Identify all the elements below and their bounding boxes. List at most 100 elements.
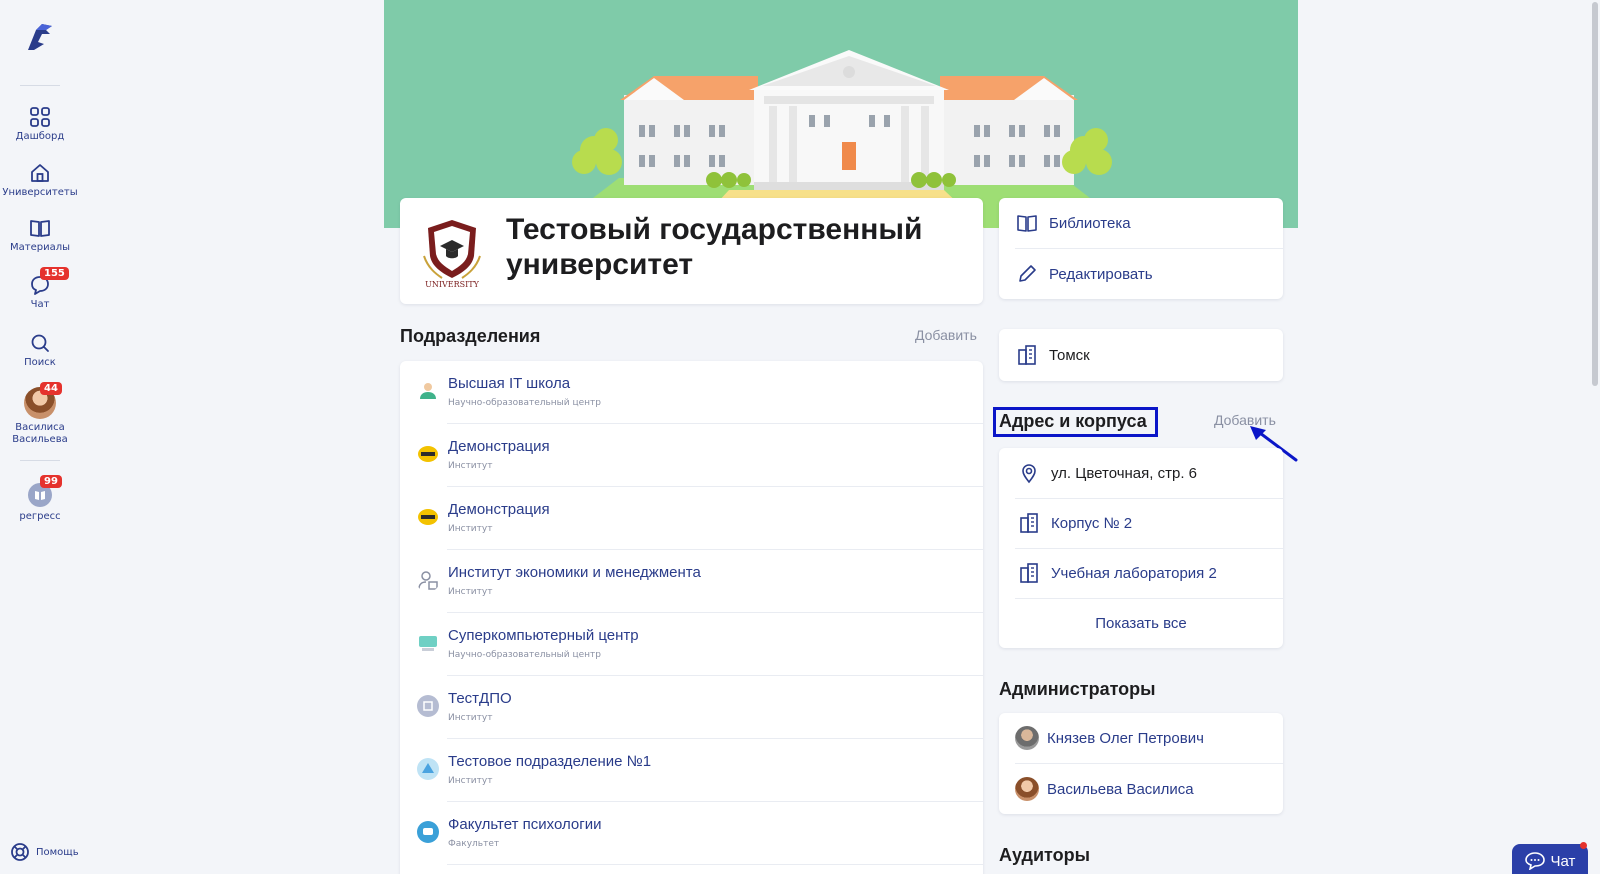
department-type: Научно-образовательный центр (448, 398, 601, 408)
sidebar-divider (20, 85, 60, 86)
sidebar-item-regress[interactable]: 99 регресс (0, 475, 80, 523)
psychology-icon (417, 821, 439, 843)
department-type: Институт (448, 461, 493, 471)
list-item[interactable]: Тестовое подразделение №1 Институт (400, 739, 983, 802)
sidebar-item-label: Поиск (24, 357, 56, 368)
department-name[interactable]: Демонстрация (448, 438, 550, 455)
sidebar-item-profile[interactable]: 44 Василиса Васильева (0, 382, 80, 446)
list-item[interactable]: Институт экономики и менеджмента Институ… (400, 550, 983, 613)
chat-notification-dot (1580, 842, 1587, 849)
chat-button-label: Чат (1550, 852, 1576, 870)
address-text: ул. Цветочная, стр. 6 (1051, 464, 1198, 482)
departments-list: Высшая IT школа Научно-образовательный ц… (400, 361, 983, 874)
building-row[interactable]: Корпус № 2 (999, 498, 1283, 548)
scrollbar-thumb[interactable] (1592, 2, 1598, 386)
sidebar-item-search[interactable]: Поиск (0, 332, 80, 369)
pencil-icon (1019, 265, 1036, 282)
sidebar-item-label: Материалы (10, 242, 70, 253)
show-all-button[interactable]: Показать все (999, 598, 1283, 648)
city-name: Томск (1049, 346, 1090, 364)
admin-name: Князев Олег Петрович (1047, 729, 1204, 747)
department-name[interactable]: Демонстрация (448, 501, 550, 518)
add-department-link[interactable]: Добавить (915, 327, 977, 343)
sidebar-item-label: Василиса Васильева (12, 422, 68, 445)
lifebuoy-icon (11, 843, 29, 861)
building-icon (1020, 563, 1038, 583)
building-row[interactable]: Учебная лаборатория 2 (999, 548, 1283, 598)
address-row[interactable]: ул. Цветочная, стр. 6 (999, 448, 1283, 498)
department-type: Научно-образовательный центр (448, 650, 601, 660)
chat-bubble-icon (1524, 852, 1545, 870)
sidebar-item-label: регресс (19, 511, 61, 522)
actions-card: Библиотека Редактировать (999, 198, 1283, 299)
admins-title: Администраторы (999, 679, 1156, 699)
sidebar-item-label: Чат (30, 299, 50, 310)
department-type: Институт (448, 524, 493, 534)
department-name[interactable]: Высшая IT школа (448, 375, 570, 392)
location-pin-icon (1022, 464, 1036, 484)
library-link[interactable]: Библиотека (999, 198, 1283, 248)
library-label: Библиотека (1049, 214, 1131, 232)
edit-label: Редактировать (1049, 265, 1153, 283)
city-icon (1018, 345, 1036, 365)
list-item[interactable]: Демонстрация Институт (400, 487, 983, 550)
test-unit-icon (417, 758, 439, 780)
sidebar-item-label: Университеты (2, 187, 78, 198)
sidebar-item-universities[interactable]: Университеты (0, 162, 80, 199)
list-item[interactable]: Суперкомпьютерный центр Научно-образоват… (400, 613, 983, 676)
sidebar: Дашборд Университеты Материалы 155 Чат П… (0, 0, 80, 874)
sidebar-item-label: Дашборд (15, 131, 65, 142)
building-badge-icon (417, 695, 439, 717)
department-type: Институт (448, 587, 493, 597)
university-title: Тестовый государственный университет (506, 213, 923, 281)
sidebar-item-dashboard[interactable]: Дашборд (0, 106, 80, 143)
departments-title: Подразделения (400, 326, 541, 346)
admin-row[interactable]: Князев Олег Петрович (999, 713, 1283, 763)
department-type: Институт (448, 776, 493, 786)
chat-badge: 155 (40, 267, 69, 280)
department-name[interactable]: Институт экономики и менеджмента (448, 564, 701, 581)
help-link[interactable]: Помощь (10, 842, 79, 862)
it-school-icon (420, 383, 436, 399)
building-name: Учебная лаборатория 2 (1051, 564, 1217, 582)
sidebar-item-materials[interactable]: Материалы (0, 217, 80, 254)
app-logo-icon[interactable] (22, 20, 58, 56)
building-name: Корпус № 2 (1051, 514, 1133, 532)
regress-badge: 99 (40, 475, 62, 488)
admins-card: Князев Олег Петрович Васильева Василиса (999, 713, 1283, 814)
university-logo-text: UNIVERSITY (425, 280, 480, 288)
department-name[interactable]: Факультет психологии (448, 816, 601, 833)
addresses-title-highlight (993, 407, 1158, 437)
department-name[interactable]: Тестовое подразделение №1 (448, 753, 651, 770)
building-icon (1020, 513, 1038, 533)
city-row: Томск (999, 330, 1283, 380)
show-all-label: Показать все (1095, 614, 1187, 632)
demo-icon (418, 446, 438, 462)
department-name[interactable]: Суперкомпьютерный центр (448, 627, 639, 644)
profile-badge: 44 (40, 382, 62, 395)
dashboard-grid-icon (30, 107, 50, 127)
department-name[interactable]: ТестДПО (448, 690, 512, 707)
demo-icon (418, 509, 438, 525)
list-item[interactable]: Факультет психологии Факультет (400, 802, 983, 865)
sidebar-item-chat[interactable]: 155 Чат (0, 267, 80, 311)
computer-icon (419, 636, 437, 651)
admin-avatar (1015, 726, 1039, 750)
admin-row[interactable]: Васильева Василиса (999, 764, 1283, 814)
help-label: Помощь (36, 846, 79, 858)
chat-button[interactable]: Чат (1512, 844, 1588, 874)
list-item[interactable]: ТестДПО Институт (400, 676, 983, 739)
auditors-title: Аудиторы (999, 845, 1090, 865)
admin-avatar (1015, 777, 1039, 801)
admin-name: Васильева Василиса (1047, 780, 1194, 798)
edit-link[interactable]: Редактировать (999, 249, 1283, 299)
sidebar-divider (20, 460, 60, 461)
department-type: Институт (448, 713, 493, 723)
university-title-card: UNIVERSITY Тестовый государственный унив… (400, 198, 983, 304)
search-icon (31, 334, 49, 352)
list-item[interactable]: Высшая IT школа Научно-образовательный ц… (400, 361, 983, 424)
person-document-icon (418, 571, 438, 590)
department-type: Факультет (448, 839, 500, 849)
list-item[interactable]: Демонстрация Институт (400, 424, 983, 487)
university-building-illustration (554, 50, 1129, 228)
